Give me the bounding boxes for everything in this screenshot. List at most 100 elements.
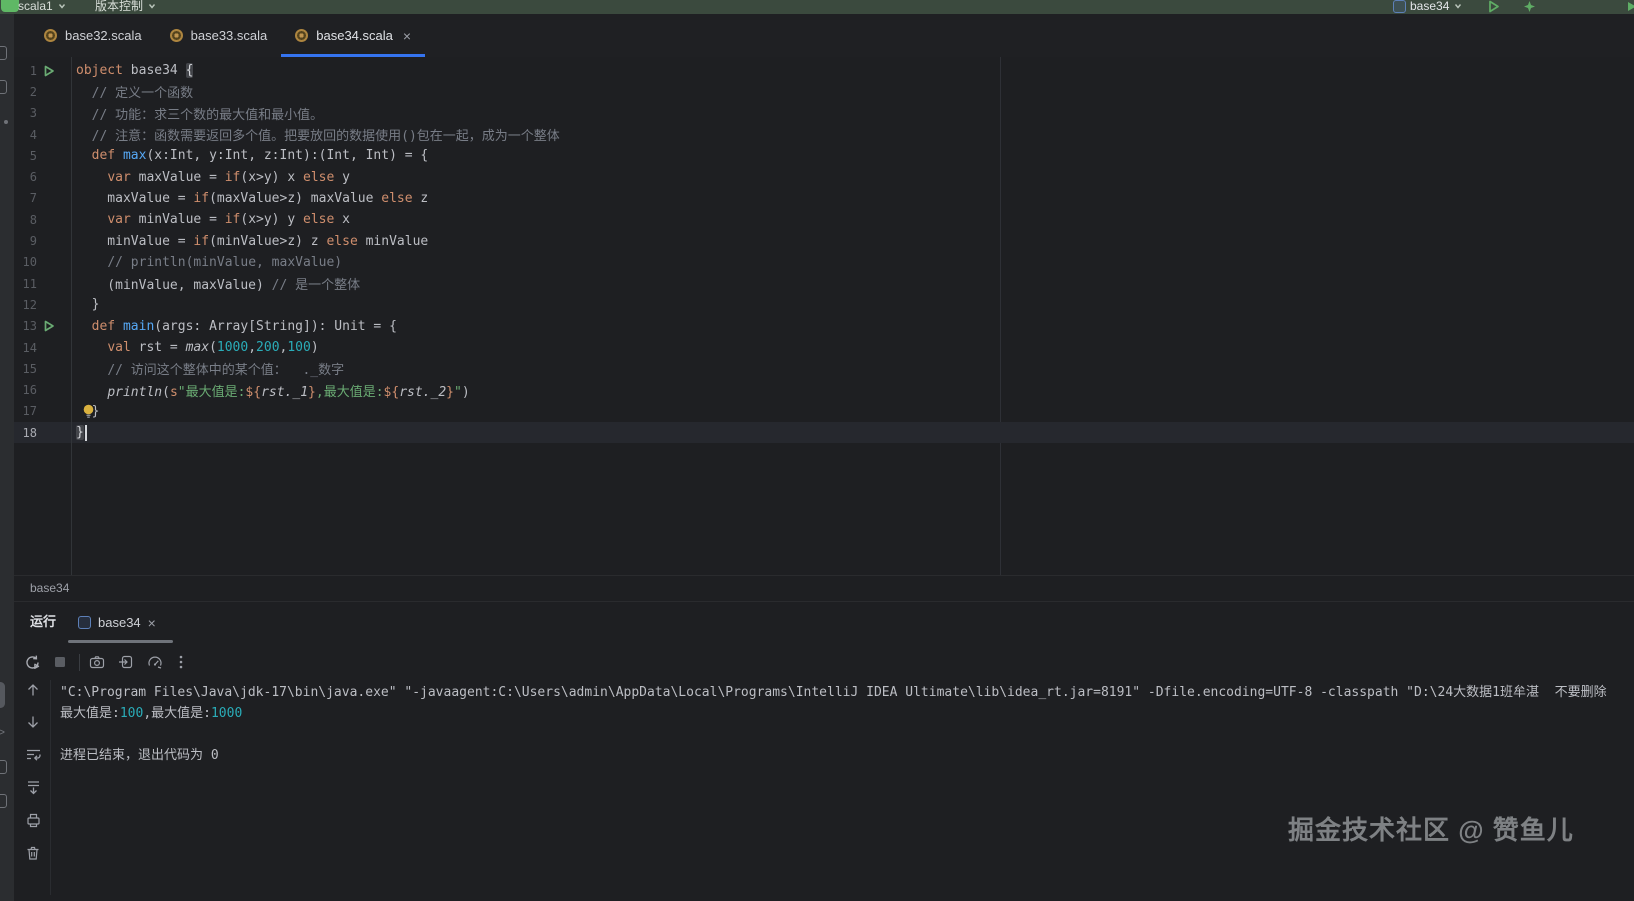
- code-line[interactable]: 8 var minValue = if(x>y) y else x: [14, 209, 1634, 230]
- rerun-icon: [24, 654, 41, 671]
- print-button[interactable]: [25, 812, 42, 829]
- lightbulb-icon[interactable]: [82, 404, 95, 419]
- code-text: def main(args: Array[String]): Unit = {: [76, 319, 397, 334]
- code-editor[interactable]: 1object base34 {2 // 定义一个函数3 // 功能：求三个数的…: [14, 57, 1634, 575]
- arrow-into-frame-icon: [118, 654, 134, 670]
- console-line: 进程已结束，退出代码为 0: [60, 745, 1634, 766]
- vcs-menu[interactable]: 版本控制: [95, 0, 157, 14]
- problems-tool-icon[interactable]: [0, 794, 7, 808]
- line-number: 9: [14, 234, 37, 248]
- code-line[interactable]: 18}: [14, 422, 1634, 443]
- arrow-up-icon: [25, 682, 41, 698]
- breadcrumb-item[interactable]: base34: [30, 581, 69, 595]
- console-line: [60, 724, 1634, 745]
- more-options-button[interactable]: [177, 654, 185, 670]
- run-config-name: base34: [1410, 0, 1449, 14]
- stop-button[interactable]: [52, 654, 68, 670]
- breadcrumb[interactable]: base34: [14, 575, 1634, 601]
- code-line[interactable]: 4 // 注意：函数需要返回多个值。把要放回的数据使用()包在一起，成为一个整体: [14, 124, 1634, 145]
- clear-button[interactable]: [25, 845, 41, 861]
- code-line[interactable]: 11 (minValue, maxValue) // 是一个整体: [14, 273, 1634, 294]
- snapshot-button[interactable]: [89, 654, 105, 670]
- code-line[interactable]: 7 maxValue = if(maxValue>z) maxValue els…: [14, 188, 1634, 209]
- sparkle-icon: [1523, 0, 1536, 13]
- active-tool-indicator: [0, 682, 5, 708]
- close-icon[interactable]: ×: [148, 615, 156, 631]
- run-button[interactable]: [1487, 0, 1500, 14]
- dump-threads-button[interactable]: [118, 654, 134, 670]
- services-tool-icon[interactable]: [0, 760, 7, 774]
- tab-base32[interactable]: base32.scala: [30, 14, 156, 57]
- run-panel-header: 运行 base34 ×: [14, 601, 1634, 645]
- run-tab-underline: [68, 640, 173, 643]
- tab-base34[interactable]: base34.scala ×: [281, 14, 425, 57]
- line-number: 14: [14, 341, 37, 355]
- arrow-down-icon: [25, 714, 41, 730]
- code-line[interactable]: 3 // 功能：求三个数的最大值和最小值。: [14, 103, 1634, 124]
- code-line[interactable]: 16 println(s"最大值是:${rst._1},最大值是:${rst._…: [14, 379, 1634, 400]
- close-icon[interactable]: ×: [403, 28, 411, 44]
- line-number: 1: [14, 64, 37, 78]
- structure-tool-icon[interactable]: [0, 80, 7, 94]
- run-config-selector[interactable]: base34: [1393, 0, 1463, 14]
- line-number: 2: [14, 85, 37, 99]
- trash-icon: [25, 845, 41, 861]
- terminal-tool-icon[interactable]: >: [0, 726, 5, 738]
- code-line[interactable]: 2 // 定义一个函数: [14, 81, 1634, 102]
- line-number: 13: [14, 319, 37, 333]
- commit-tool-icon[interactable]: [0, 46, 7, 60]
- code-text: // 定义一个函数: [76, 82, 193, 101]
- code-text: object base34 {: [76, 63, 193, 78]
- run-icon: [43, 320, 55, 332]
- console-output[interactable]: "C:\Program Files\Java\jdk-17\bin\java.e…: [52, 678, 1634, 878]
- run-tab-base34[interactable]: base34 ×: [78, 602, 156, 643]
- console-toolbar: [14, 645, 1634, 679]
- partial-icon: [1626, 0, 1634, 13]
- code-line[interactable]: 6 var maxValue = if(x>y) x else y: [14, 166, 1634, 187]
- chevron-down-icon: [57, 1, 67, 11]
- profiler-button[interactable]: [1523, 0, 1536, 14]
- soft-wrap-button[interactable]: [25, 746, 42, 763]
- code-line[interactable]: 15 // 访问这个整体中的某个值： ._数字: [14, 358, 1634, 379]
- prev-occurrence-button[interactable]: [25, 682, 41, 698]
- tool-window-stripe: >: [0, 14, 14, 901]
- tab-label: base34.scala: [316, 28, 393, 43]
- code-line[interactable]: 9 minValue = if(minValue>z) z else minVa…: [14, 230, 1634, 251]
- tab-base33[interactable]: base33.scala: [156, 14, 282, 57]
- printer-icon: [25, 812, 42, 829]
- chevron-down-icon: [1453, 1, 1463, 11]
- code-text: val rst = max(1000,200,100): [76, 340, 319, 355]
- code-text: }: [76, 425, 87, 441]
- code-line[interactable]: 12 }: [14, 294, 1634, 315]
- code-line[interactable]: 5 def max(x:Int, y:Int, z:Int):(Int, Int…: [14, 145, 1634, 166]
- line-number: 4: [14, 128, 37, 142]
- cpu-profiler-button[interactable]: [147, 654, 163, 670]
- code-line[interactable]: 13 def main(args: Array[String]): Unit =…: [14, 316, 1634, 337]
- console-side-separator: [50, 680, 51, 895]
- line-number: 12: [14, 298, 37, 312]
- code-text: (minValue, maxValue) // 是一个整体: [76, 274, 360, 293]
- line-number: 3: [14, 106, 37, 120]
- rerun-button[interactable]: [24, 654, 41, 671]
- code-line[interactable]: 10 // println(minValue, maxValue): [14, 252, 1634, 273]
- intention-bulb[interactable]: [82, 404, 95, 419]
- line-number: 8: [14, 213, 37, 227]
- code-text: }: [76, 297, 99, 312]
- scroll-to-end-button[interactable]: [25, 779, 42, 796]
- next-occurrence-button[interactable]: [25, 714, 41, 730]
- camera-icon: [89, 654, 105, 670]
- line-number: 15: [14, 362, 37, 376]
- code-text: // println(minValue, maxValue): [76, 255, 342, 270]
- stripe-dot-icon: [4, 120, 8, 124]
- line-number: 11: [14, 277, 37, 291]
- line-number: 10: [14, 255, 37, 269]
- scala-file-icon: [44, 29, 57, 42]
- run-config-icon: [78, 616, 91, 629]
- kebab-menu-icon: [177, 654, 185, 670]
- code-line[interactable]: 17 }: [14, 401, 1634, 422]
- code-line[interactable]: 14 val rst = max(1000,200,100): [14, 337, 1634, 358]
- code-line[interactable]: 1 object base34 {: [14, 60, 1634, 81]
- line-number: 7: [14, 191, 37, 205]
- more-actions-button[interactable]: [1626, 0, 1634, 14]
- project-selector[interactable]: scala1: [18, 0, 67, 14]
